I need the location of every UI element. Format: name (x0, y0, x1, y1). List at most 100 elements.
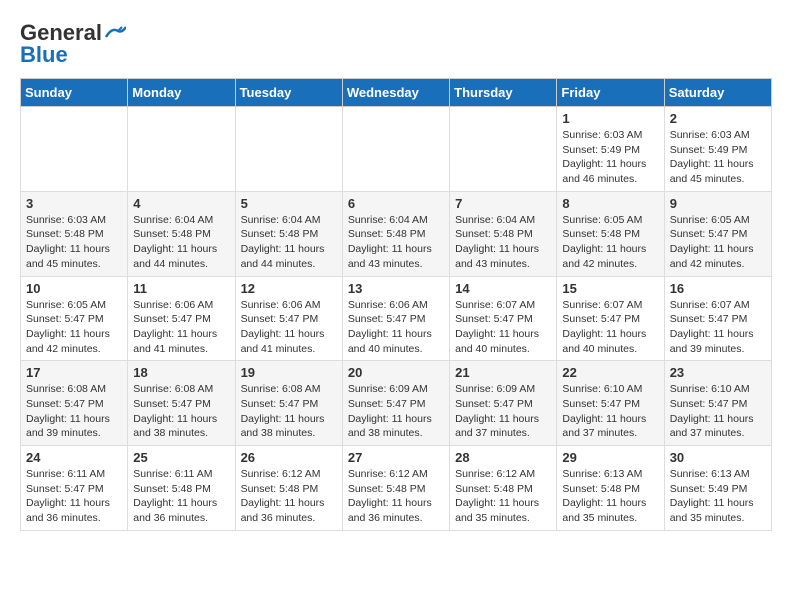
day-number: 23 (670, 365, 766, 380)
logo: General Blue (20, 20, 126, 68)
day-number: 20 (348, 365, 444, 380)
day-number: 19 (241, 365, 337, 380)
cell-content: Sunrise: 6:08 AM Sunset: 5:47 PM Dayligh… (133, 382, 229, 441)
calendar-day-header: Saturday (664, 79, 771, 107)
day-number: 21 (455, 365, 551, 380)
cell-content: Sunrise: 6:07 AM Sunset: 5:47 PM Dayligh… (455, 298, 551, 357)
calendar-cell: 29 Sunrise: 6:13 AM Sunset: 5:48 PM Dayli… (557, 446, 664, 531)
calendar-cell: 11Sunrise: 6:06 AM Sunset: 5:47 PM Dayli… (128, 276, 235, 361)
cell-content: Sunrise: 6:11 AM Sunset: 5:47 PM Dayligh… (26, 467, 122, 526)
calendar-cell (450, 107, 557, 192)
cell-content: Sunrise: 6:13 AM Sunset: 5:49 PM Dayligh… (670, 467, 766, 526)
calendar-cell: 16 Sunrise: 6:07 AM Sunset: 5:47 PM Dayli… (664, 276, 771, 361)
day-number: 13 (348, 281, 444, 296)
calendar-cell: 15 Sunrise: 6:07 AM Sunset: 5:47 PM Dayli… (557, 276, 664, 361)
calendar-cell (128, 107, 235, 192)
calendar-cell: 28 Sunrise: 6:12 AM Sunset: 5:48 PM Dayli… (450, 446, 557, 531)
day-number: 10 (26, 281, 122, 296)
cell-content: Sunrise: 6:05 AM Sunset: 5:47 PM Dayligh… (26, 298, 122, 357)
cell-content: Sunrise: 6:06 AM Sunset: 5:47 PM Dayligh… (348, 298, 444, 357)
cell-content: Sunrise: 6:11 AM Sunset: 5:48 PM Dayligh… (133, 467, 229, 526)
cell-content: Sunrise: 6:05 AM Sunset: 5:47 PM Dayligh… (670, 213, 766, 272)
day-number: 12 (241, 281, 337, 296)
calendar-week-row: 10 Sunrise: 6:05 AM Sunset: 5:47 PM Dayli… (21, 276, 772, 361)
cell-content: Sunrise: 6:05 AM Sunset: 5:48 PM Dayligh… (562, 213, 658, 272)
day-number: 5 (241, 196, 337, 211)
day-number: 16 (670, 281, 766, 296)
cell-content: Sunrise: 6:13 AM Sunset: 5:48 PM Dayligh… (562, 467, 658, 526)
calendar-cell: 30 Sunrise: 6:13 AM Sunset: 5:49 PM Dayli… (664, 446, 771, 531)
calendar-cell: 22 Sunrise: 6:10 AM Sunset: 5:47 PM Dayli… (557, 361, 664, 446)
calendar-cell (21, 107, 128, 192)
cell-content: Sunrise: 6:04 AM Sunset: 5:48 PM Dayligh… (133, 213, 229, 272)
calendar-day-header: Sunday (21, 79, 128, 107)
day-number: 6 (348, 196, 444, 211)
calendar-cell: 26 Sunrise: 6:12 AM Sunset: 5:48 PM Dayli… (235, 446, 342, 531)
day-number: 7 (455, 196, 551, 211)
day-number: 14 (455, 281, 551, 296)
calendar-week-row: 1Sunrise: 6:03 AM Sunset: 5:49 PM Daylig… (21, 107, 772, 192)
cell-content: Sunrise: 6:10 AM Sunset: 5:47 PM Dayligh… (562, 382, 658, 441)
cell-content: Sunrise: 6:03 AM Sunset: 5:49 PM Dayligh… (562, 128, 658, 187)
calendar-cell: 5 Sunrise: 6:04 AM Sunset: 5:48 PM Daylig… (235, 191, 342, 276)
day-number: 30 (670, 450, 766, 465)
calendar-week-row: 17 Sunrise: 6:08 AM Sunset: 5:47 PM Dayli… (21, 361, 772, 446)
calendar-cell: 18 Sunrise: 6:08 AM Sunset: 5:47 PM Dayli… (128, 361, 235, 446)
day-number: 17 (26, 365, 122, 380)
calendar-day-header: Monday (128, 79, 235, 107)
calendar-cell: 20Sunrise: 6:09 AM Sunset: 5:47 PM Dayli… (342, 361, 449, 446)
cell-content: Sunrise: 6:12 AM Sunset: 5:48 PM Dayligh… (241, 467, 337, 526)
cell-content: Sunrise: 6:09 AM Sunset: 5:47 PM Dayligh… (455, 382, 551, 441)
calendar-cell: 8 Sunrise: 6:05 AM Sunset: 5:48 PM Daylig… (557, 191, 664, 276)
day-number: 28 (455, 450, 551, 465)
cell-content: Sunrise: 6:04 AM Sunset: 5:48 PM Dayligh… (241, 213, 337, 272)
calendar-cell: 3 Sunrise: 6:03 AM Sunset: 5:48 PM Daylig… (21, 191, 128, 276)
calendar-table: SundayMondayTuesdayWednesdayThursdayFrid… (20, 78, 772, 531)
day-number: 29 (562, 450, 658, 465)
calendar-cell: 6 Sunrise: 6:04 AM Sunset: 5:48 PM Daylig… (342, 191, 449, 276)
day-number: 3 (26, 196, 122, 211)
day-number: 4 (133, 196, 229, 211)
calendar-cell: 9Sunrise: 6:05 AM Sunset: 5:47 PM Daylig… (664, 191, 771, 276)
calendar-cell: 13 Sunrise: 6:06 AM Sunset: 5:47 PM Dayli… (342, 276, 449, 361)
day-number: 15 (562, 281, 658, 296)
calendar-cell: 19 Sunrise: 6:08 AM Sunset: 5:47 PM Dayli… (235, 361, 342, 446)
cell-content: Sunrise: 6:03 AM Sunset: 5:48 PM Dayligh… (26, 213, 122, 272)
day-number: 8 (562, 196, 658, 211)
calendar-header-row: SundayMondayTuesdayWednesdayThursdayFrid… (21, 79, 772, 107)
calendar-cell: 2Sunrise: 6:03 AM Sunset: 5:49 PM Daylig… (664, 107, 771, 192)
calendar-cell: 17 Sunrise: 6:08 AM Sunset: 5:47 PM Dayli… (21, 361, 128, 446)
day-number: 18 (133, 365, 229, 380)
cell-content: Sunrise: 6:07 AM Sunset: 5:47 PM Dayligh… (670, 298, 766, 357)
calendar-day-header: Wednesday (342, 79, 449, 107)
cell-content: Sunrise: 6:07 AM Sunset: 5:47 PM Dayligh… (562, 298, 658, 357)
calendar-cell: 25Sunrise: 6:11 AM Sunset: 5:48 PM Dayli… (128, 446, 235, 531)
calendar-day-header: Thursday (450, 79, 557, 107)
calendar-cell: 7Sunrise: 6:04 AM Sunset: 5:48 PM Daylig… (450, 191, 557, 276)
calendar-cell: 24 Sunrise: 6:11 AM Sunset: 5:47 PM Dayli… (21, 446, 128, 531)
calendar-day-header: Friday (557, 79, 664, 107)
day-number: 11 (133, 281, 229, 296)
calendar-cell (235, 107, 342, 192)
cell-content: Sunrise: 6:10 AM Sunset: 5:47 PM Dayligh… (670, 382, 766, 441)
day-number: 27 (348, 450, 444, 465)
cell-content: Sunrise: 6:08 AM Sunset: 5:47 PM Dayligh… (26, 382, 122, 441)
calendar-cell: 23 Sunrise: 6:10 AM Sunset: 5:47 PM Dayli… (664, 361, 771, 446)
calendar-cell (342, 107, 449, 192)
calendar-week-row: 3 Sunrise: 6:03 AM Sunset: 5:48 PM Daylig… (21, 191, 772, 276)
calendar-cell: 27Sunrise: 6:12 AM Sunset: 5:48 PM Dayli… (342, 446, 449, 531)
calendar-week-row: 24 Sunrise: 6:11 AM Sunset: 5:47 PM Dayli… (21, 446, 772, 531)
cell-content: Sunrise: 6:06 AM Sunset: 5:47 PM Dayligh… (241, 298, 337, 357)
logo-bird-icon (104, 25, 126, 41)
day-number: 2 (670, 111, 766, 126)
day-number: 22 (562, 365, 658, 380)
calendar-cell: 12 Sunrise: 6:06 AM Sunset: 5:47 PM Dayli… (235, 276, 342, 361)
cell-content: Sunrise: 6:08 AM Sunset: 5:47 PM Dayligh… (241, 382, 337, 441)
day-number: 24 (26, 450, 122, 465)
calendar-cell: 21 Sunrise: 6:09 AM Sunset: 5:47 PM Dayli… (450, 361, 557, 446)
day-number: 26 (241, 450, 337, 465)
cell-content: Sunrise: 6:12 AM Sunset: 5:48 PM Dayligh… (455, 467, 551, 526)
calendar-cell: 4 Sunrise: 6:04 AM Sunset: 5:48 PM Daylig… (128, 191, 235, 276)
calendar-cell: 1Sunrise: 6:03 AM Sunset: 5:49 PM Daylig… (557, 107, 664, 192)
cell-content: Sunrise: 6:04 AM Sunset: 5:48 PM Dayligh… (348, 213, 444, 272)
